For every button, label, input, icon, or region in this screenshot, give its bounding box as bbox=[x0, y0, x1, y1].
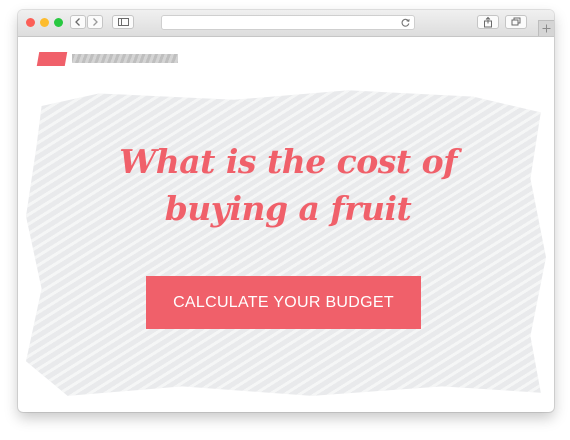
hero-background bbox=[26, 90, 546, 396]
minimize-window-button[interactable] bbox=[40, 18, 49, 27]
show-tabs-button[interactable] bbox=[505, 15, 527, 29]
share-button[interactable] bbox=[477, 15, 499, 29]
reload-icon[interactable] bbox=[400, 17, 411, 28]
sidebar-toggle-button[interactable] bbox=[112, 15, 134, 29]
close-window-button[interactable] bbox=[26, 18, 35, 27]
chevron-left-icon bbox=[75, 18, 80, 26]
brand-logo[interactable] bbox=[36, 52, 68, 66]
share-icon bbox=[484, 16, 492, 28]
chevron-right-icon bbox=[93, 18, 98, 26]
address-bar[interactable] bbox=[161, 15, 415, 30]
browser-toolbar bbox=[18, 10, 554, 37]
hero-headline: What is the cost of buying a fruit bbox=[118, 138, 458, 232]
back-button[interactable] bbox=[70, 15, 86, 29]
plus-icon bbox=[542, 24, 551, 33]
headline-line-2: buying a fruit bbox=[164, 189, 412, 228]
browser-window: What is the cost of buying a fruit CALCU… bbox=[18, 10, 554, 412]
headline-line-1: What is the cost of bbox=[119, 142, 457, 181]
new-tab-button[interactable] bbox=[538, 20, 554, 36]
brand-name-placeholder[interactable] bbox=[72, 54, 178, 63]
sidebar-icon bbox=[118, 18, 129, 26]
forward-button[interactable] bbox=[87, 15, 103, 29]
maximize-window-button[interactable] bbox=[54, 18, 63, 27]
tabs-icon bbox=[511, 17, 521, 26]
calculate-budget-button[interactable]: CALCULATE YOUR BUDGET bbox=[146, 276, 421, 329]
